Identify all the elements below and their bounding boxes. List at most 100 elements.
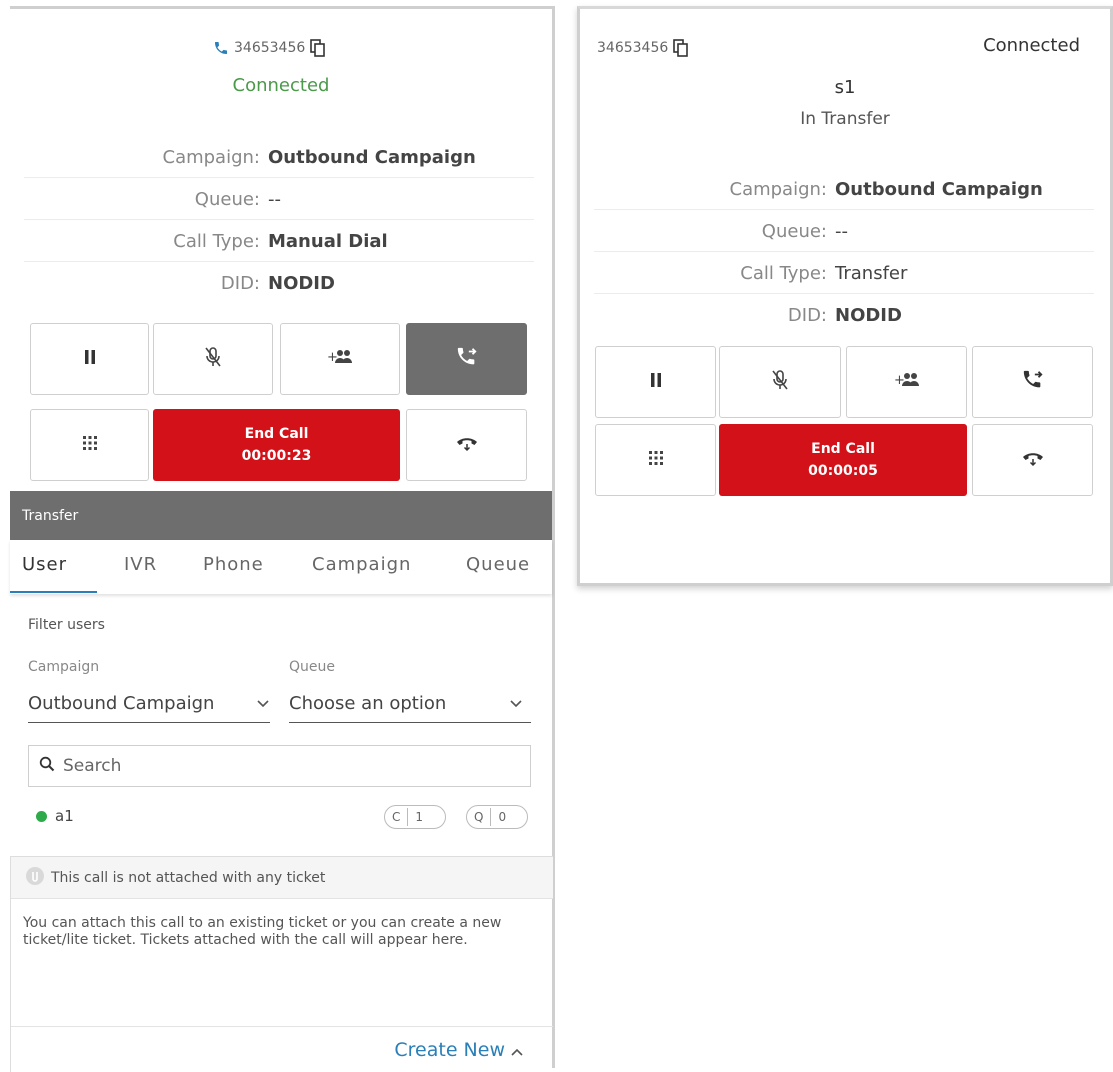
tab-queue[interactable]: Queue bbox=[466, 554, 530, 575]
call-transfer-icon bbox=[456, 346, 478, 372]
transfer-button[interactable] bbox=[406, 323, 527, 395]
search-input[interactable] bbox=[61, 755, 505, 777]
transfer-button[interactable] bbox=[972, 346, 1093, 418]
chevron-up-icon bbox=[511, 1039, 523, 1061]
create-new-button[interactable]: Create New bbox=[394, 1039, 523, 1061]
add-users-icon: + bbox=[327, 348, 353, 370]
tab-user[interactable]: User bbox=[22, 554, 67, 575]
call-timer: 00:00:05 bbox=[808, 463, 878, 479]
info-label: Campaign: bbox=[729, 178, 828, 200]
call-timer: 00:00:23 bbox=[241, 448, 312, 464]
badge-label: C bbox=[392, 810, 401, 824]
call-panel-right: 34653456 Connected s1 In Transfer Campai… bbox=[577, 6, 1113, 586]
pause-icon bbox=[649, 372, 663, 392]
park-call-button[interactable] bbox=[406, 409, 527, 481]
hangup-icon bbox=[1021, 449, 1045, 471]
info-row-did: DID: NODID bbox=[10, 263, 552, 303]
mute-button[interactable] bbox=[719, 346, 841, 418]
ticket-footer: Create New bbox=[11, 1026, 553, 1072]
info-label: Call Type: bbox=[740, 262, 827, 284]
badge-count: 0 bbox=[498, 810, 507, 824]
ticket-notice: This call is not attached with any ticke… bbox=[51, 869, 326, 886]
divider bbox=[24, 219, 534, 220]
dialpad-icon bbox=[648, 450, 664, 470]
queue-filter-label: Queue bbox=[289, 659, 335, 675]
info-value: NODID bbox=[268, 272, 335, 294]
phone-icon bbox=[213, 40, 229, 56]
queue-select-value: Choose an option bbox=[289, 693, 447, 714]
info-label: Queue: bbox=[761, 220, 827, 242]
caller-name: s1 bbox=[834, 77, 856, 98]
phone-number: 34653456 bbox=[234, 40, 306, 56]
info-label: DID: bbox=[220, 272, 260, 294]
end-call-button[interactable]: End Call 00:00:05 bbox=[719, 424, 967, 496]
search-icon bbox=[39, 756, 55, 777]
info-label: Call Type: bbox=[173, 230, 260, 252]
create-new-label: Create New bbox=[394, 1038, 505, 1061]
transfer-tabs: User IVR Phone Campaign Queue bbox=[10, 540, 552, 594]
mic-off-icon bbox=[203, 346, 223, 372]
copy-icon[interactable] bbox=[673, 39, 689, 57]
call-panel-left: 34653456 Connected Campaign: Outbound Ca… bbox=[10, 6, 555, 1072]
info-row-queue: Queue: -- bbox=[580, 211, 1110, 251]
queue-count-badge: Q 0 bbox=[466, 805, 528, 829]
dialpad-button[interactable] bbox=[595, 424, 716, 496]
badge-count: 1 bbox=[415, 810, 424, 824]
info-row-campaign: Campaign: Outbound Campaign bbox=[580, 169, 1110, 209]
divider bbox=[594, 251, 1094, 252]
dialpad-icon bbox=[82, 435, 98, 455]
hold-button[interactable] bbox=[30, 323, 149, 395]
info-value: Transfer bbox=[835, 262, 908, 284]
copy-icon[interactable] bbox=[310, 39, 326, 57]
info-label: Campaign: bbox=[162, 146, 261, 168]
ticket-notice-bar: This call is not attached with any ticke… bbox=[11, 857, 553, 899]
mic-off-icon bbox=[770, 369, 790, 395]
info-value: -- bbox=[268, 188, 281, 210]
user-name: a1 bbox=[55, 807, 74, 825]
badge-label: Q bbox=[474, 810, 484, 824]
end-call-label: End Call bbox=[244, 426, 309, 442]
ticket-section: This call is not attached with any ticke… bbox=[10, 856, 553, 1072]
user-search-box[interactable] bbox=[28, 745, 531, 787]
pause-icon bbox=[83, 349, 97, 369]
online-status-dot bbox=[36, 810, 47, 822]
info-row-queue: Queue: -- bbox=[10, 179, 552, 219]
transfer-header: Transfer bbox=[10, 491, 552, 540]
attachment-icon bbox=[25, 866, 45, 890]
phone-number-row: 34653456 bbox=[213, 39, 326, 57]
campaign-filter-label: Campaign bbox=[28, 659, 100, 675]
info-label: DID: bbox=[787, 304, 827, 326]
end-call-label: End Call bbox=[811, 441, 875, 457]
divider bbox=[594, 293, 1094, 294]
campaign-select[interactable]: Outbound Campaign bbox=[28, 685, 270, 723]
tab-campaign[interactable]: Campaign bbox=[312, 554, 411, 575]
end-call-button[interactable]: End Call 00:00:23 bbox=[153, 409, 400, 481]
transfer-status: In Transfer bbox=[800, 109, 890, 129]
divider bbox=[24, 177, 534, 178]
queue-select[interactable]: Choose an option bbox=[289, 685, 531, 723]
park-call-button[interactable] bbox=[972, 424, 1093, 496]
info-value: Outbound Campaign bbox=[835, 178, 1043, 200]
call-transfer-icon bbox=[1022, 369, 1044, 395]
info-row-campaign: Campaign: Outbound Campaign bbox=[10, 137, 552, 177]
tab-phone[interactable]: Phone bbox=[203, 554, 264, 575]
call-status: Connected bbox=[232, 75, 330, 96]
user-list-item[interactable]: a1 bbox=[36, 807, 74, 825]
chevron-down-icon bbox=[256, 693, 270, 714]
tab-ivr[interactable]: IVR bbox=[124, 554, 157, 575]
info-value: -- bbox=[835, 220, 848, 242]
mute-button[interactable] bbox=[153, 323, 273, 395]
chevron-down-icon bbox=[509, 693, 523, 714]
campaign-select-value: Outbound Campaign bbox=[28, 693, 215, 714]
campaign-count-badge: C 1 bbox=[384, 805, 446, 829]
tab-selected-indicator bbox=[10, 591, 97, 593]
divider bbox=[594, 209, 1094, 210]
info-row-call-type: Call Type: Manual Dial bbox=[10, 221, 552, 261]
conference-button[interactable]: + bbox=[280, 323, 400, 395]
hold-button[interactable] bbox=[595, 346, 716, 418]
transfer-title: Transfer bbox=[22, 507, 79, 524]
dialpad-button[interactable] bbox=[30, 409, 149, 481]
call-status: Connected bbox=[983, 35, 1080, 56]
conference-button[interactable]: + bbox=[846, 346, 967, 418]
info-value: Manual Dial bbox=[268, 230, 388, 252]
